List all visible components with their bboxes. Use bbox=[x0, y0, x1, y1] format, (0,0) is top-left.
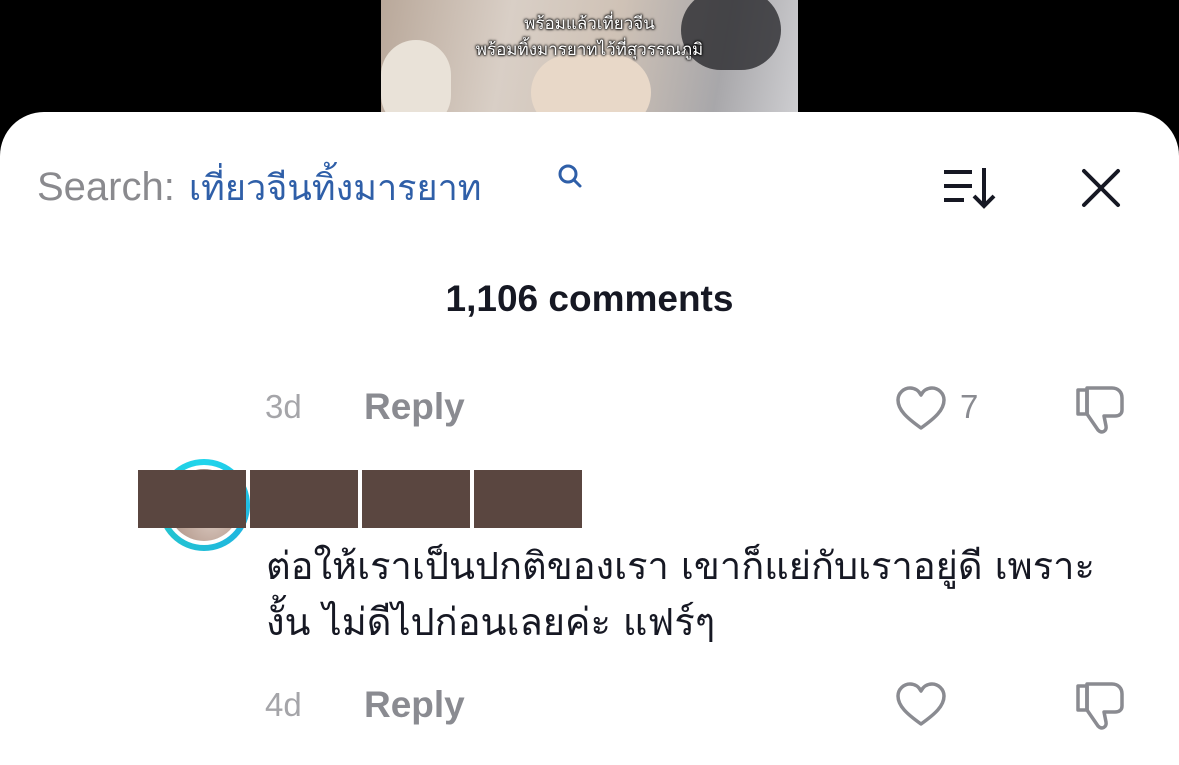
redaction-block bbox=[138, 470, 246, 528]
video-caption-line2: พร้อมทิ้งมารยาทไว้ที่สุวรรณภูมิ bbox=[475, 40, 704, 60]
heart-icon[interactable] bbox=[895, 386, 947, 432]
search-prefix-label: Search: bbox=[37, 164, 175, 209]
comment-time: 3d bbox=[265, 388, 302, 425]
video-preview-area: พร้อมแล้วเที่ยวจีน พร้อมทิ้งมารยาทไว้ที่… bbox=[0, 0, 1179, 130]
redaction-block bbox=[250, 470, 358, 528]
reply-button[interactable]: Reply bbox=[364, 386, 465, 428]
redaction-block bbox=[474, 470, 582, 528]
like-count: 7 bbox=[960, 388, 979, 425]
comment-count: 1,106 comments bbox=[445, 278, 734, 319]
comment-text: ต่อให้เราเป็นปกติของเรา เขาก็แย่กับเราอย… bbox=[266, 544, 1095, 644]
video-thumbnail[interactable]: พร้อมแล้วเที่ยวจีน พร้อมทิ้งมารยาทไว้ที่… bbox=[381, 0, 798, 130]
search-query-link[interactable]: เที่ยวจีนทิ้งมารยาท bbox=[189, 159, 482, 216]
video-caption-line1: พร้อมแล้วเที่ยวจีน bbox=[524, 14, 655, 34]
sort-icon[interactable] bbox=[942, 164, 998, 212]
comments-sheet: Search: เที่ยวจีนทิ้งมารยาท 1,106 commen… bbox=[0, 112, 1179, 765]
search-icon[interactable] bbox=[557, 164, 583, 190]
close-icon[interactable] bbox=[1081, 168, 1121, 208]
redaction-block bbox=[362, 470, 470, 528]
comment-time: 4d bbox=[265, 686, 302, 723]
heart-icon[interactable] bbox=[895, 682, 947, 728]
dislike-icon[interactable] bbox=[1074, 680, 1126, 732]
dislike-icon[interactable] bbox=[1074, 384, 1126, 436]
reply-button[interactable]: Reply bbox=[364, 684, 465, 726]
search-suggestion[interactable]: Search: เที่ยวจีนทิ้งมารยาท bbox=[37, 162, 482, 212]
